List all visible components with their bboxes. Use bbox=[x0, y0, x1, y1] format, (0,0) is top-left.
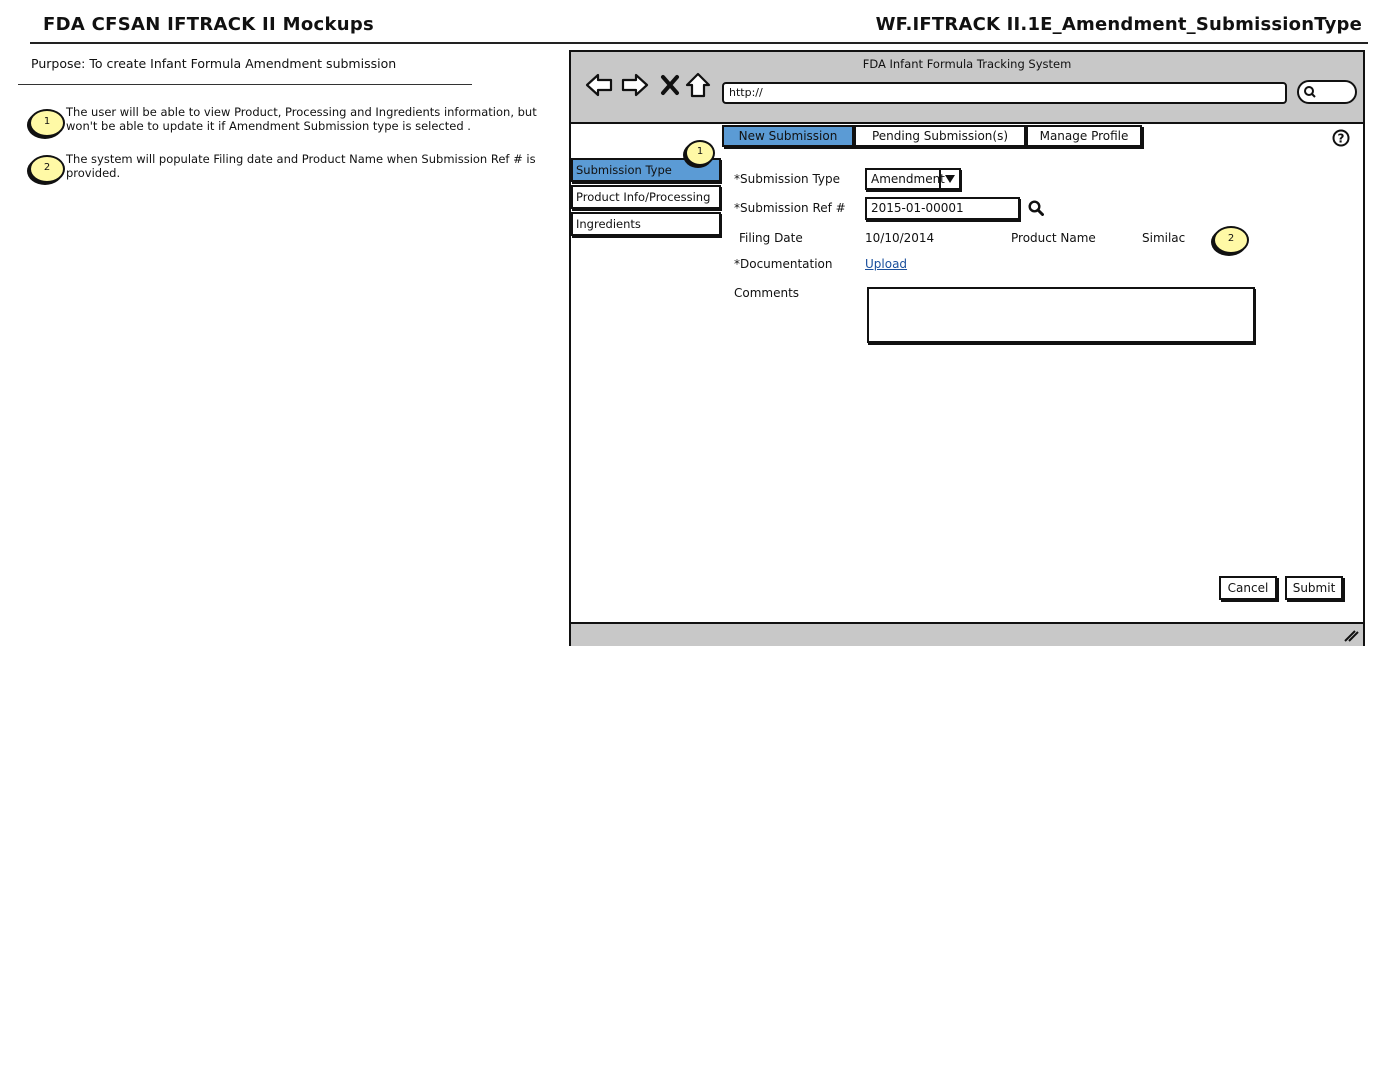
url-input[interactable]: http:// bbox=[722, 82, 1287, 104]
page-title: FDA CFSAN IFTRACK II Mockups bbox=[43, 14, 375, 35]
browser-window: FDA Infant Formula Tracking System http:… bbox=[569, 50, 1365, 646]
upload-link[interactable]: Upload bbox=[865, 257, 907, 271]
purpose-divider bbox=[18, 84, 472, 85]
help-icon[interactable]: ? bbox=[1332, 129, 1350, 151]
submission-type-label: *Submission Type bbox=[734, 172, 841, 186]
back-arrow-icon[interactable] bbox=[584, 70, 614, 100]
callout-1: 1 bbox=[29, 109, 65, 137]
forward-arrow-icon[interactable] bbox=[620, 70, 650, 100]
note-1: The user will be able to view Product, P… bbox=[66, 105, 537, 133]
callout-2: 2 bbox=[29, 155, 65, 183]
cancel-button[interactable]: Cancel bbox=[1219, 576, 1277, 600]
note-2: The system will populate Filing date and… bbox=[66, 152, 536, 180]
svg-text:?: ? bbox=[1338, 132, 1345, 146]
browser-title: FDA Infant Formula Tracking System bbox=[862, 57, 1072, 71]
comments-textarea[interactable] bbox=[867, 287, 1255, 343]
submission-ref-input[interactable]: 2015-01-00001 bbox=[865, 197, 1020, 220]
search-icon bbox=[1304, 86, 1316, 98]
tab-pending-submissions[interactable]: Pending Submission(s) bbox=[854, 125, 1026, 147]
filing-date-label: Filing Date bbox=[739, 231, 803, 245]
submission-type-select[interactable]: Amendment bbox=[865, 168, 961, 190]
tab-new-submission[interactable]: New Submission bbox=[722, 125, 854, 147]
sidebar-item-ingredients[interactable]: Ingredients bbox=[571, 212, 721, 236]
submission-ref-label: *Submission Ref # bbox=[734, 201, 846, 215]
product-name-label: Product Name bbox=[1011, 231, 1096, 245]
comments-label: Comments bbox=[734, 286, 800, 300]
documentation-label: *Documentation bbox=[734, 257, 833, 271]
purpose-text: Purpose: To create Infant Formula Amendm… bbox=[31, 56, 397, 71]
browser-status-bar bbox=[571, 622, 1363, 646]
sidebar-item-product-info-processing[interactable]: Product Info/Processing bbox=[571, 185, 721, 209]
browser-search-field[interactable] bbox=[1297, 80, 1357, 104]
tab-manage-profile[interactable]: Manage Profile bbox=[1026, 125, 1142, 147]
submission-type-value: Amendment bbox=[871, 172, 945, 186]
chevron-down-icon bbox=[939, 170, 959, 188]
resize-grip-icon[interactable] bbox=[1343, 628, 1359, 642]
browser-toolbar: FDA Infant Formula Tracking System http:… bbox=[571, 52, 1363, 124]
callout-2-marker: 2 bbox=[1213, 226, 1249, 254]
callout-1-marker: 1 bbox=[685, 140, 715, 166]
title-divider bbox=[30, 42, 1368, 44]
filing-date-value: 10/10/2014 bbox=[865, 231, 935, 245]
stop-icon[interactable] bbox=[655, 70, 685, 100]
screen-id: WF.IFTRACK II.1E_Amendment_SubmissionTyp… bbox=[875, 14, 1362, 35]
submit-button[interactable]: Submit bbox=[1285, 576, 1343, 600]
home-icon[interactable] bbox=[683, 70, 713, 100]
search-icon[interactable] bbox=[1028, 200, 1044, 220]
product-name-value: Similac bbox=[1142, 231, 1186, 245]
